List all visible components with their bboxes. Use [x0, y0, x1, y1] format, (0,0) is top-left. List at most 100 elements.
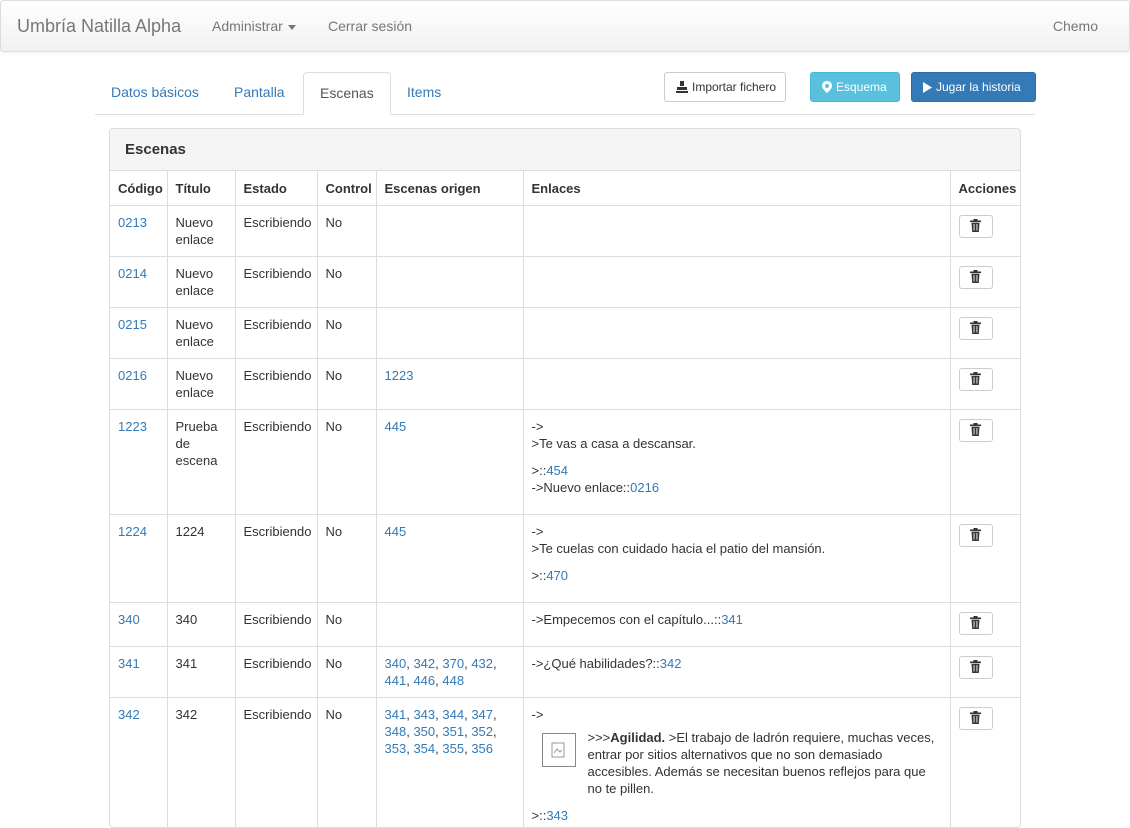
origin-scene-link[interactable]: 432: [471, 656, 493, 671]
state-cell: Escribiendo: [235, 698, 317, 828]
map-marker-icon: [822, 81, 832, 93]
trash-icon: [970, 270, 981, 283]
origin-scene-link[interactable]: 445: [385, 524, 407, 539]
title-cell: Nuevo enlace: [167, 206, 235, 257]
origin-scene-link[interactable]: 354: [413, 741, 435, 756]
admin-menu-label: Administrar: [212, 18, 283, 34]
play-story-button[interactable]: Jugar la historia: [911, 72, 1036, 102]
origins-cell: 445: [376, 515, 523, 603]
delete-button[interactable]: [959, 266, 993, 289]
scene-code-link[interactable]: 1223: [118, 419, 147, 434]
table-row: 0213Nuevo enlaceEscribiendoNo: [110, 206, 1021, 257]
origin-scene-link[interactable]: 445: [385, 419, 407, 434]
scene-code-link[interactable]: 0214: [118, 266, 147, 281]
control-cell: No: [317, 515, 376, 603]
trash-icon: [970, 616, 981, 629]
admin-menu[interactable]: Administrar: [212, 18, 296, 34]
origin-scene-link[interactable]: 342: [413, 656, 435, 671]
control-cell: No: [317, 359, 376, 410]
target-scene-link[interactable]: 342: [660, 656, 682, 671]
trash-icon: [970, 528, 981, 541]
tab-pantalla[interactable]: Pantalla: [218, 72, 301, 115]
user-name[interactable]: Chemo: [1053, 18, 1098, 34]
target-scene-link[interactable]: 454: [546, 463, 568, 478]
delete-button[interactable]: [959, 524, 993, 547]
origin-scene-link[interactable]: 353: [385, 741, 407, 756]
origin-scene-link[interactable]: 348: [385, 724, 407, 739]
origin-scene-link[interactable]: 350: [413, 724, 435, 739]
link-line: ->: [532, 523, 942, 540]
state-cell: Escribiendo: [235, 308, 317, 359]
import-file-button[interactable]: Importar fichero: [664, 72, 786, 102]
schema-button[interactable]: Esquema: [810, 72, 900, 102]
links-cell: [523, 359, 950, 410]
code-cell: 1224: [110, 515, 167, 603]
tab-items[interactable]: Items: [391, 72, 457, 115]
origin-scene-link[interactable]: 355: [442, 741, 464, 756]
scene-code-link[interactable]: 1224: [118, 524, 147, 539]
stamp-icon: [676, 81, 688, 93]
title-cell: Nuevo enlace: [167, 359, 235, 410]
panel-title: Escenas: [110, 129, 1020, 171]
control-cell: No: [317, 603, 376, 647]
origin-scene-link[interactable]: 341: [385, 707, 407, 722]
column-header-actions: Acciones: [950, 171, 1021, 206]
links-cell: ->>Te vas a casa a descansar.>::454->Nue…: [523, 410, 950, 515]
link-line: >Te cuelas con cuidado hacia el patio de…: [532, 540, 942, 557]
tab-datos-basicos[interactable]: Datos básicos: [95, 72, 215, 115]
origin-scene-link[interactable]: 448: [442, 673, 464, 688]
links-cell: [523, 308, 950, 359]
target-scene-link[interactable]: 0216: [630, 480, 659, 495]
link-text: >::: [532, 808, 547, 823]
target-scene-link[interactable]: 343: [546, 808, 568, 823]
play-icon: [923, 82, 932, 93]
origin-scene-link[interactable]: 370: [442, 656, 464, 671]
code-cell: 341: [110, 647, 167, 698]
column-header-title: Título: [167, 171, 235, 206]
trash-icon: [970, 660, 981, 673]
actions-cell: [950, 359, 1021, 410]
origin-scene-link[interactable]: 352: [471, 724, 493, 739]
control-cell: No: [317, 308, 376, 359]
scene-code-link[interactable]: 0216: [118, 368, 147, 383]
actions-cell: [950, 410, 1021, 515]
origins-cell: 340, 342, 370, 432, 441, 446, 448: [376, 647, 523, 698]
delete-button[interactable]: [959, 419, 993, 442]
scene-code-link[interactable]: 342: [118, 707, 140, 722]
link-text: ->¿Qué habilidades?::: [532, 656, 660, 671]
delete-button[interactable]: [959, 215, 993, 238]
target-scene-link[interactable]: 341: [721, 612, 743, 627]
import-file-label: Importar fichero: [692, 80, 776, 94]
origin-scene-link[interactable]: 446: [413, 673, 435, 688]
trash-icon: [970, 711, 981, 724]
scene-code-link[interactable]: 341: [118, 656, 140, 671]
origins-cell: 445: [376, 410, 523, 515]
schema-label: Esquema: [836, 80, 887, 94]
scene-code-link[interactable]: 0215: [118, 317, 147, 332]
broken-image-icon: [542, 733, 576, 767]
link-line: >::454: [532, 462, 942, 479]
origin-scene-link[interactable]: 343: [413, 707, 435, 722]
origin-scene-link[interactable]: 356: [471, 741, 493, 756]
delete-button[interactable]: [959, 707, 993, 730]
logout-link[interactable]: Cerrar sesión: [328, 18, 412, 34]
delete-button[interactable]: [959, 317, 993, 340]
origin-scene-link[interactable]: 340: [385, 656, 407, 671]
scene-code-link[interactable]: 340: [118, 612, 140, 627]
scenes-panel: Escenas Código Título Estado Control Esc…: [109, 128, 1021, 828]
origin-scene-link[interactable]: 1223: [385, 368, 414, 383]
code-cell: 0213: [110, 206, 167, 257]
scene-code-link[interactable]: 0213: [118, 215, 147, 230]
title-cell: 342: [167, 698, 235, 828]
origin-scene-link[interactable]: 351: [442, 724, 464, 739]
origin-scene-link[interactable]: 344: [442, 707, 464, 722]
origin-scene-link[interactable]: 347: [471, 707, 493, 722]
actions-cell: [950, 206, 1021, 257]
origin-scene-link[interactable]: 441: [385, 673, 407, 688]
delete-button[interactable]: [959, 656, 993, 679]
delete-button[interactable]: [959, 612, 993, 635]
brand[interactable]: Umbría Natilla Alpha: [17, 16, 181, 37]
target-scene-link[interactable]: 470: [546, 568, 568, 583]
tab-escenas[interactable]: Escenas: [303, 72, 391, 115]
delete-button[interactable]: [959, 368, 993, 391]
